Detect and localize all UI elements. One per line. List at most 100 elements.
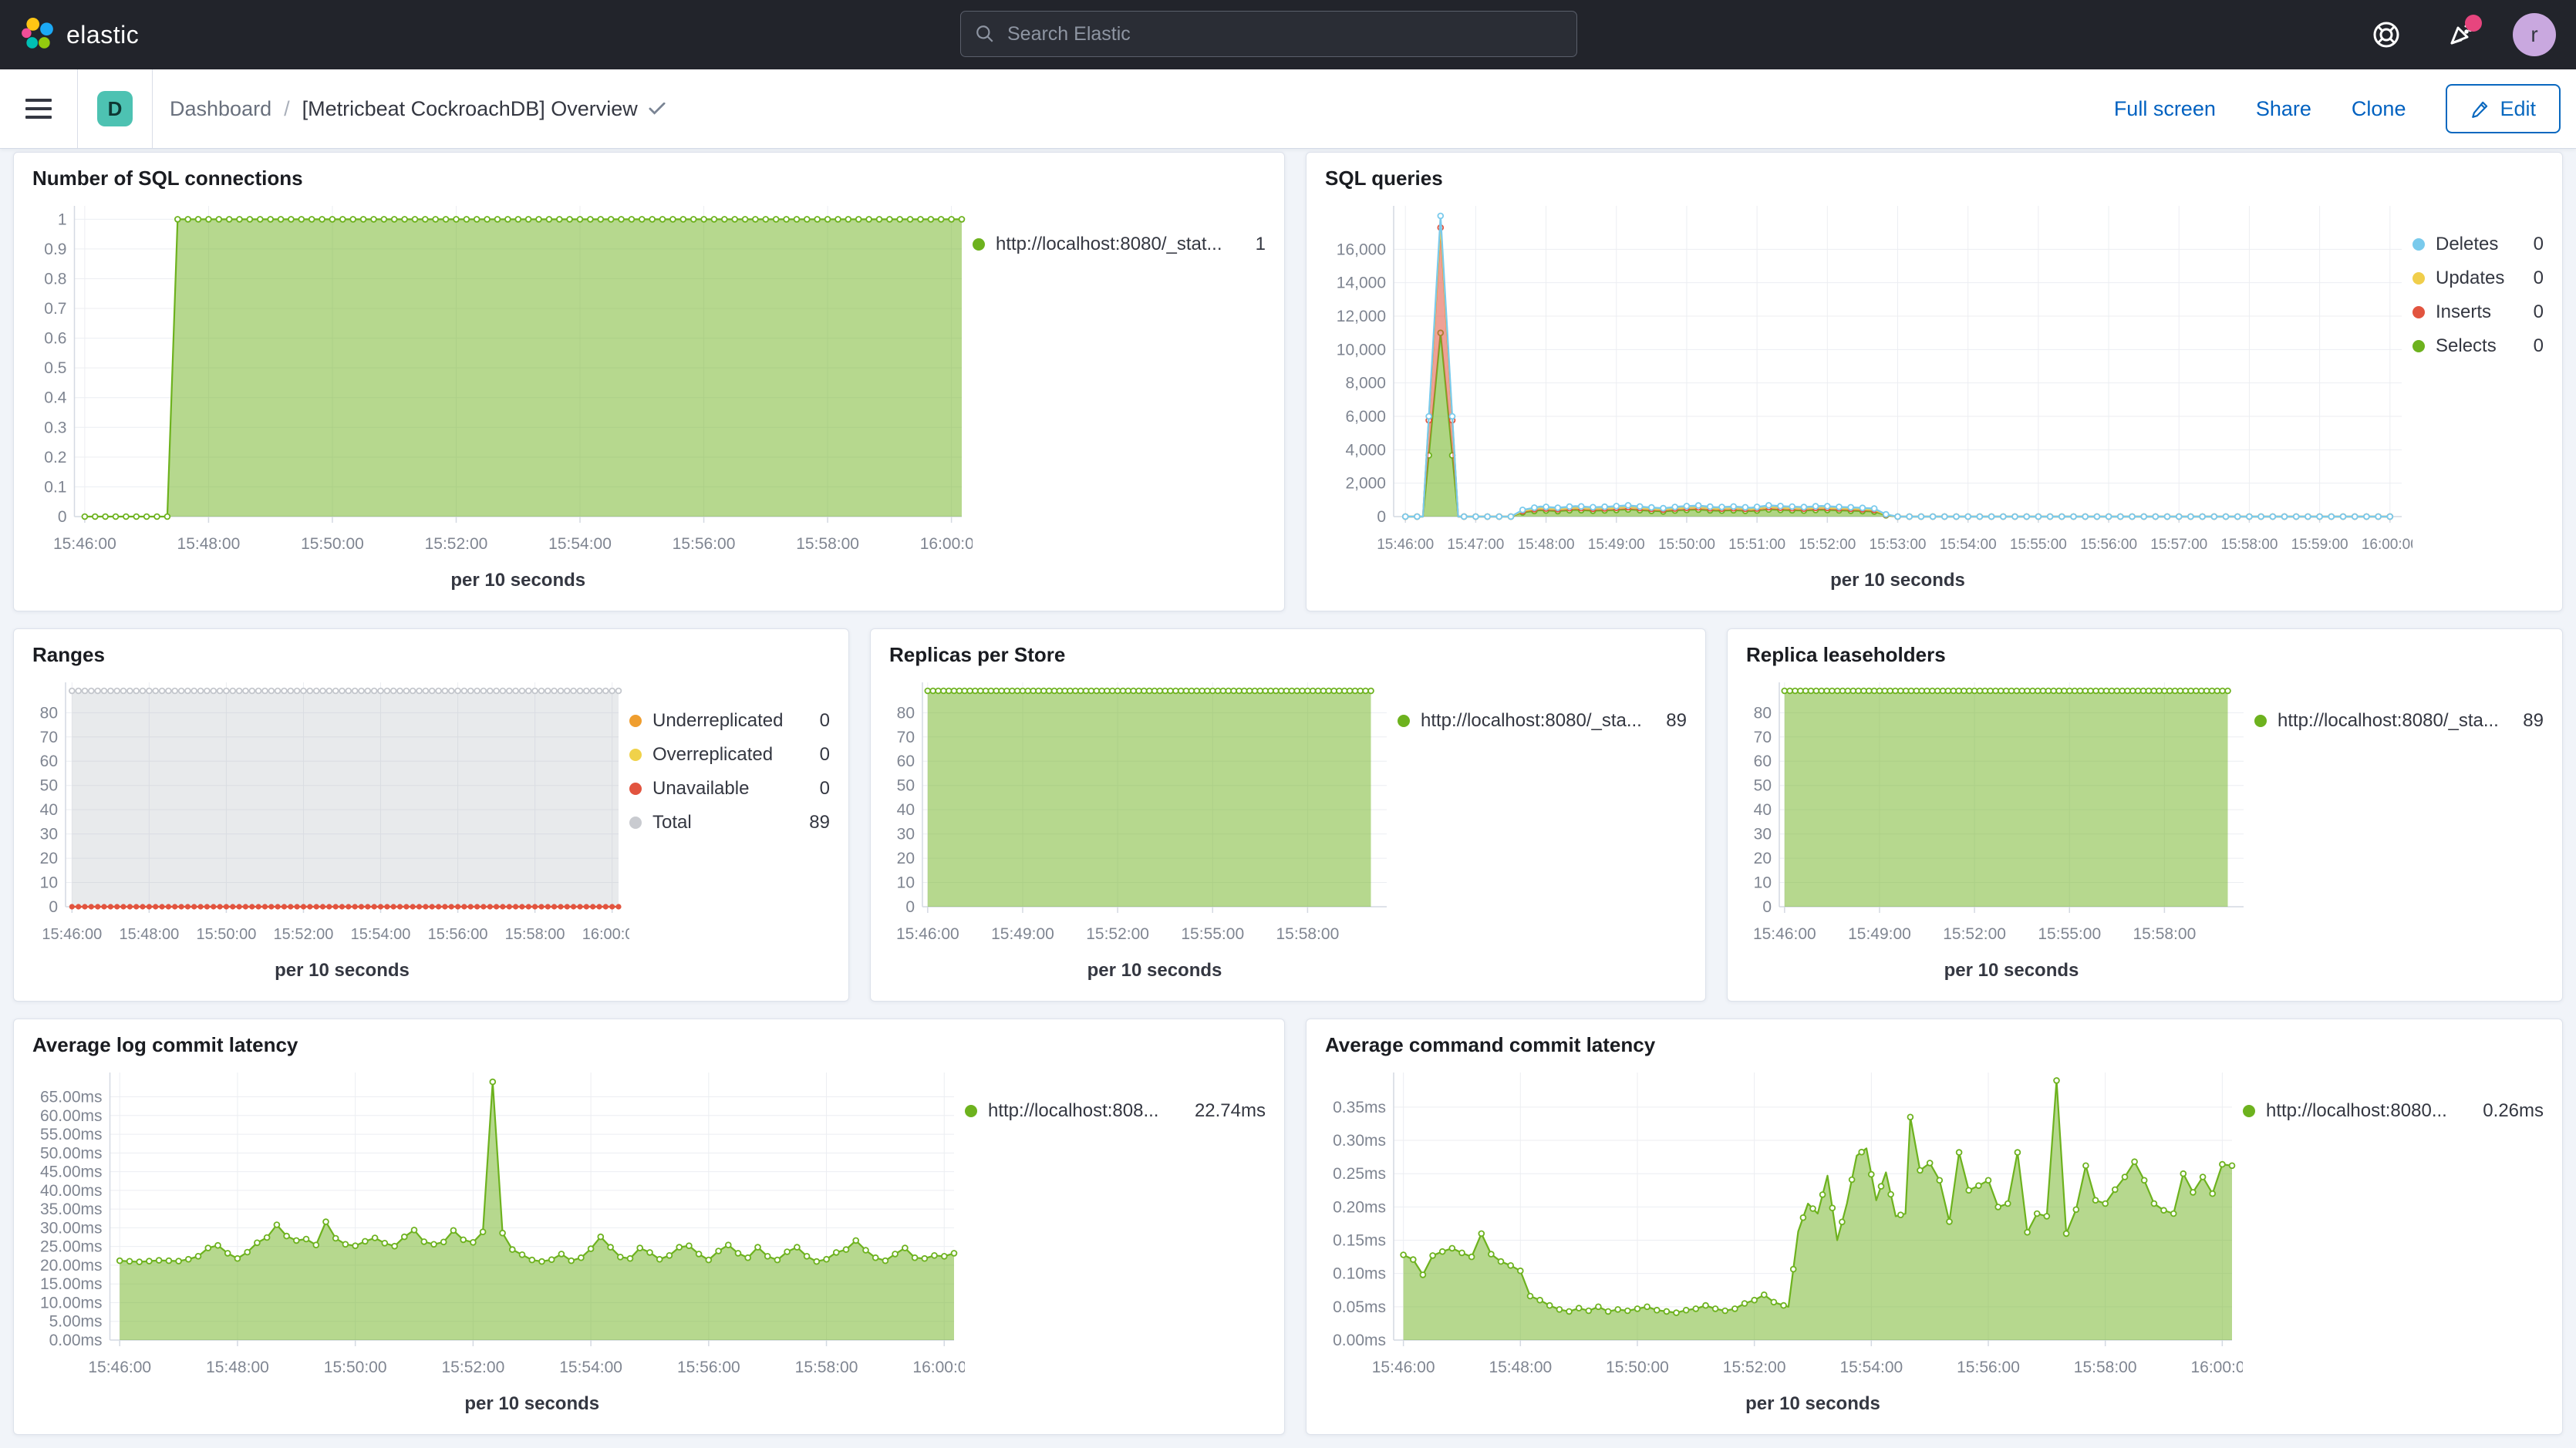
legend-item[interactable]: http://localhost:8080...0.26ms <box>2243 1094 2544 1128</box>
svg-text:20: 20 <box>897 850 915 867</box>
svg-text:15:56:00: 15:56:00 <box>428 926 488 943</box>
svg-text:0.1: 0.1 <box>44 478 66 496</box>
edit-button[interactable]: Edit <box>2446 84 2561 133</box>
svg-text:per 10 seconds: per 10 seconds <box>450 570 585 591</box>
legend-series-value: 0 <box>2523 268 2544 289</box>
panel-title: Average command commit latency <box>1325 1033 2544 1057</box>
full-screen-button[interactable]: Full screen <box>2114 97 2216 121</box>
space-switcher-button[interactable]: D <box>78 69 153 148</box>
svg-text:15:58:00: 15:58:00 <box>505 926 565 943</box>
svg-text:4,000: 4,000 <box>1345 441 1386 459</box>
breadcrumb: Dashboard / [Metricbeat CockroachDB] Ove… <box>170 97 666 121</box>
chart-replicas-per-store: 0102030405060708015:46:0015:49:0015:52:0… <box>889 670 1398 987</box>
svg-text:35.00ms: 35.00ms <box>40 1200 103 1218</box>
svg-text:15:52:00: 15:52:00 <box>1086 925 1149 943</box>
legend-series-dot-icon <box>629 749 642 761</box>
legend-item[interactable]: http://localhost:8080/_sta... 89 <box>1398 704 1687 738</box>
svg-text:15:56:00: 15:56:00 <box>2080 537 2137 553</box>
hamburger-icon <box>25 93 52 124</box>
check-icon <box>649 103 666 115</box>
chart-sql-connections: 00.10.20.30.40.50.60.70.80.9115:46:0015:… <box>32 194 973 597</box>
svg-text:30: 30 <box>897 826 915 844</box>
share-button[interactable]: Share <box>2256 97 2311 121</box>
svg-text:per 10 seconds: per 10 seconds <box>1944 960 2079 981</box>
search-input[interactable] <box>1006 22 1563 46</box>
svg-text:per 10 seconds: per 10 seconds <box>275 960 410 981</box>
legend-series-dot-icon <box>2412 238 2425 251</box>
legend-item[interactable]: http://localhost:8080/_stat...1 <box>973 227 1266 261</box>
panel-command-commit-latency: Average command commit latency 0.00ms0.0… <box>1306 1019 2563 1435</box>
svg-text:15:52:00: 15:52:00 <box>1723 1359 1786 1376</box>
svg-text:0: 0 <box>1762 898 1772 916</box>
newsfeed-icon[interactable] <box>2439 13 2482 56</box>
svg-text:30: 30 <box>1754 826 1772 844</box>
legend-series-value: 0 <box>809 778 830 800</box>
legend-item[interactable]: Deletes0 <box>2412 227 2544 261</box>
panel-title: SQL queries <box>1325 167 2544 190</box>
svg-text:15:51:00: 15:51:00 <box>1728 537 1785 553</box>
svg-text:10: 10 <box>40 874 58 892</box>
legend-sql-queries: Deletes0 Updates 0 Inserts0Selects0 <box>2412 194 2544 597</box>
svg-text:15:59:00: 15:59:00 <box>2291 537 2348 553</box>
svg-text:15:49:00: 15:49:00 <box>1848 925 1911 943</box>
svg-text:16,000: 16,000 <box>1337 241 1386 258</box>
svg-text:80: 80 <box>1754 704 1772 722</box>
svg-text:40: 40 <box>1754 801 1772 819</box>
legend-item[interactable]: Total89 <box>629 806 830 840</box>
svg-text:65.00ms: 65.00ms <box>40 1089 103 1106</box>
svg-text:60.00ms: 60.00ms <box>40 1107 103 1125</box>
legend-series-label: http://localhost:8080/_stat... <box>996 234 1222 255</box>
svg-text:60: 60 <box>40 753 58 770</box>
legend-series-label: Total <box>652 812 692 833</box>
svg-text:15:58:00: 15:58:00 <box>1276 925 1340 943</box>
clone-button[interactable]: Clone <box>2352 97 2406 121</box>
chart-log-commit-latency: 0.00ms5.00ms10.00ms15.00ms20.00ms25.00ms… <box>32 1060 965 1420</box>
global-search[interactable] <box>960 11 1577 57</box>
user-avatar[interactable]: r <box>2513 13 2556 56</box>
legend-item[interactable]: Underreplicated0 <box>629 704 830 738</box>
svg-text:50: 50 <box>40 777 58 795</box>
legend-item[interactable]: Selects0 <box>2412 329 2544 363</box>
legend-series-dot-icon <box>1398 715 1410 727</box>
svg-text:16:00:00: 16:00:00 <box>920 535 973 553</box>
legend-item[interactable]: http://localhost:8080/_sta...89 <box>2254 704 2544 738</box>
svg-text:70: 70 <box>897 729 915 746</box>
svg-text:25.00ms: 25.00ms <box>40 1238 103 1256</box>
legend-series-value: 0 <box>809 710 830 732</box>
svg-text:15:55:00: 15:55:00 <box>2010 537 2067 553</box>
legend-item[interactable]: Unavailable0 <box>629 772 830 806</box>
notification-badge <box>2465 15 2482 32</box>
menu-toggle-button[interactable] <box>0 69 78 148</box>
breadcrumb-dashboard[interactable]: Dashboard <box>170 97 271 121</box>
legend-series-label: http://localhost:8080/_sta... <box>1421 710 1642 732</box>
svg-text:15:56:00: 15:56:00 <box>673 535 736 553</box>
svg-text:15:58:00: 15:58:00 <box>2133 925 2197 943</box>
legend-series-value: 89 <box>1655 710 1687 732</box>
legend-replicas-per-store: http://localhost:8080/_sta... 89 <box>1398 670 1687 987</box>
breadcrumb-current[interactable]: [Metricbeat CockroachDB] Overview <box>302 97 666 121</box>
svg-text:0.9: 0.9 <box>44 241 66 258</box>
svg-text:8,000: 8,000 <box>1345 375 1386 392</box>
svg-text:0.6: 0.6 <box>44 330 66 348</box>
avatar-initial: r <box>2530 22 2537 47</box>
pencil-icon <box>2470 99 2490 119</box>
svg-text:10: 10 <box>1754 874 1772 892</box>
legend-command-commit-latency: http://localhost:8080...0.26ms <box>2243 1060 2544 1420</box>
svg-text:15:55:00: 15:55:00 <box>2038 925 2101 943</box>
svg-text:15:46:00: 15:46:00 <box>1372 1359 1435 1376</box>
svg-text:10: 10 <box>897 874 915 892</box>
legend-item[interactable]: http://localhost:808...22.74ms <box>965 1094 1266 1128</box>
legend-replica-leaseholders: http://localhost:8080/_sta...89 <box>2254 670 2544 987</box>
svg-text:0.3: 0.3 <box>44 419 66 436</box>
legend-series-label: Updates <box>2436 268 2504 289</box>
legend-item[interactable]: Overreplicated0 <box>629 738 830 772</box>
svg-text:14,000: 14,000 <box>1337 274 1386 292</box>
elastic-logo[interactable]: elastic <box>0 17 344 52</box>
svg-text:per 10 seconds: per 10 seconds <box>1087 960 1222 981</box>
chart-ranges: 0102030405060708015:46:0015:48:0015:50:0… <box>32 670 629 987</box>
legend-item[interactable]: Inserts0 <box>2412 295 2544 329</box>
legend-series-value: 0 <box>809 744 830 766</box>
legend-item[interactable]: Updates 0 <box>2412 261 2544 295</box>
svg-text:20.00ms: 20.00ms <box>40 1257 103 1275</box>
help-icon[interactable] <box>2365 13 2408 56</box>
